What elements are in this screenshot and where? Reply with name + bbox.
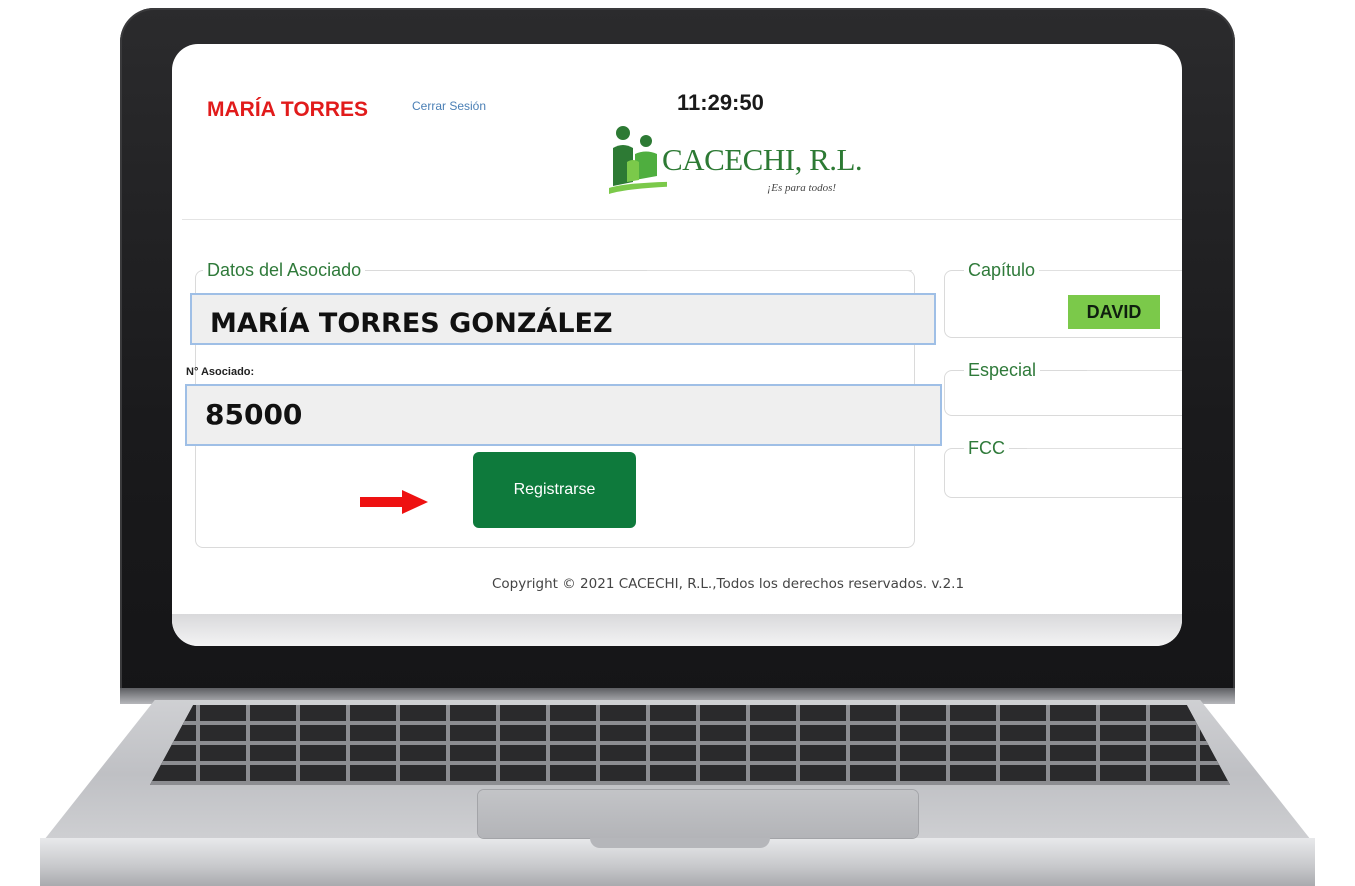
legend-rule xyxy=(647,270,912,271)
register-button[interactable]: Registrarse xyxy=(473,452,636,528)
copyright-text: Copyright © 2021 CACECHI, R.L.,Todos los… xyxy=(492,576,965,592)
associate-legend: Datos del Asociado xyxy=(203,260,366,281)
clock: 11:29:50 xyxy=(677,90,764,115)
people-logo-icon xyxy=(609,126,667,194)
legend-rule xyxy=(1027,448,1182,449)
legend-rule xyxy=(1087,370,1182,371)
right-arrow-icon xyxy=(360,490,428,514)
laptop-notch xyxy=(590,838,770,848)
logo-slogan: ¡Es para todos! xyxy=(767,182,837,194)
screen-bottom-band xyxy=(172,614,1182,646)
user-name: MARÍA TORRES xyxy=(207,98,369,121)
capitulo-legend: Capítulo xyxy=(964,260,1040,281)
associate-number-field[interactable]: 85000 xyxy=(185,384,942,446)
laptop-screen: MARÍA TORRES Cerrar Sesión 11:29:50 CACE… xyxy=(172,44,1182,646)
associate-name-field[interactable]: MARÍA TORRES GONZÁLEZ xyxy=(190,293,936,345)
associate-number-label: N° Asociado: xyxy=(186,366,255,378)
capitulo-badge: DAVID xyxy=(1068,295,1160,329)
especial-legend: Especial xyxy=(964,360,1041,381)
trackpad xyxy=(478,790,918,838)
logout-link[interactable]: Cerrar Sesión xyxy=(412,99,486,113)
legend-rule xyxy=(1037,270,1182,271)
fcc-legend: FCC xyxy=(964,438,1009,459)
keyboard-rows xyxy=(150,705,1230,785)
company-logo: CACECHI, R.L. ¡Es para todos! xyxy=(607,124,887,206)
header-divider xyxy=(182,219,1182,220)
logo-name: CACECHI, R.L. xyxy=(662,142,863,177)
